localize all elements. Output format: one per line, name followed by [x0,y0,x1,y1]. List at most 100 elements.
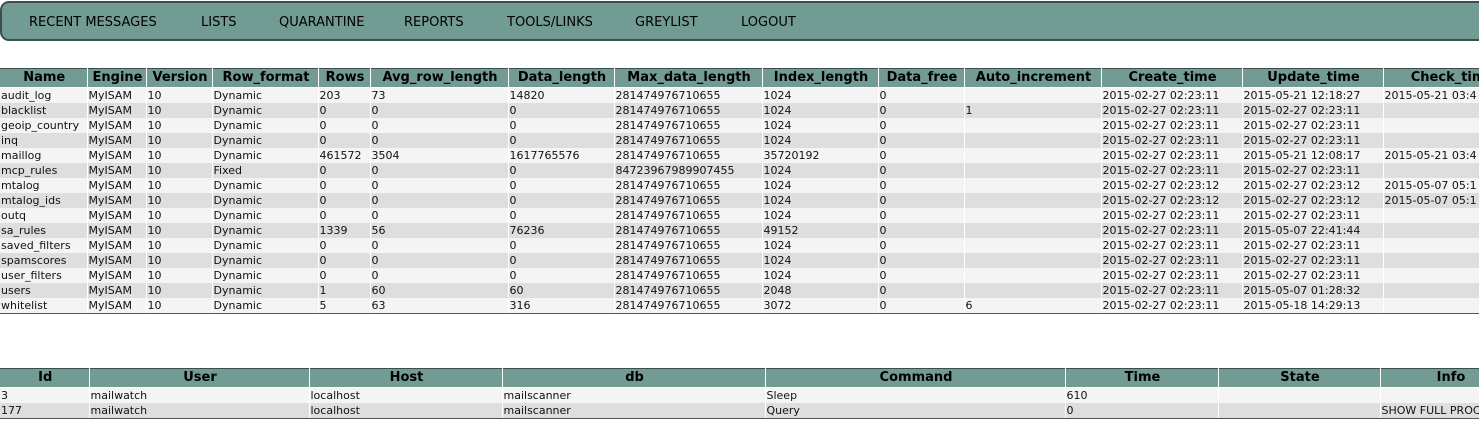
status-cell: Dynamic [211,283,318,298]
status-cell: 1024 [761,238,878,253]
table-row: 3 mailwatch localhost mailscanner Sleep 610 [0,387,1479,403]
nav-greylist[interactable]: GREYLIST [635,15,698,30]
status-cell: maillog [0,148,87,163]
status-cell: 2015-05-07 22:41:44 [1241,223,1383,238]
status-cell: 2015-02-27 02:23:11 [1100,283,1242,298]
process-cell: 177 [0,403,89,419]
status-cell: MyISAM [86,283,146,298]
process-cell: mailwatch [88,387,309,403]
process-cell: mailscanner [501,403,765,419]
status-cell: 2015-02-27 02:23:11 [1100,223,1242,238]
status-cell: 0 [877,118,964,133]
nav-logout[interactable]: LOGOUT [741,15,796,30]
status-cell: Dynamic [211,87,318,103]
status-cell: 2015-02-27 02:23:11 [1100,133,1242,148]
status-cell: 0 [317,253,370,268]
status-cell: Dynamic [211,193,318,208]
status-cell [1382,268,1479,283]
status-cell: Dynamic [211,208,318,223]
status-cell: 281474976710655 [613,118,762,133]
nav-recent-messages[interactable]: RECENT MESSAGES [29,15,157,30]
status-column-header: Data_length [507,68,615,88]
status-cell: 2015-02-27 02:23:11 [1100,87,1242,103]
process-cell: SHOW FULL PROC [1379,403,1479,419]
status-cell: 281474976710655 [613,87,762,103]
status-cell: 281474976710655 [613,283,762,298]
status-cell: 3072 [761,298,878,314]
status-cell: 5 [317,298,370,314]
status-cell: 281474976710655 [613,178,762,193]
status-cell: 0 [317,238,370,253]
status-cell: 2015-02-27 02:23:11 [1241,133,1383,148]
status-cell: 76236 [507,223,614,238]
status-cell [1382,238,1479,253]
status-cell [963,87,1101,103]
status-cell: 1024 [761,133,878,148]
status-cell: 1024 [761,253,878,268]
table-row: outq MyISAM 10 Dynamic 0 0 0 281474976710655 102… [0,208,1479,223]
status-cell: Dynamic [211,253,318,268]
status-column-header: Create_time [1100,68,1243,88]
status-cell: 0 [317,193,370,208]
status-cell: 2015-05-21 12:18:27 [1241,87,1383,103]
status-cell: 10 [145,148,212,163]
nav-reports[interactable]: REPORTS [404,15,464,30]
table-row: users MyISAM 10 Dynamic 1 60 60 281474976710655… [0,283,1479,298]
status-cell: 0 [369,163,508,178]
nav-tools-links[interactable]: TOOLS/LINKS [507,15,593,30]
status-cell: outq [0,208,87,223]
status-cell: 2015-02-27 02:23:11 [1100,268,1242,283]
status-cell: 10 [145,283,212,298]
status-cell: 0 [507,103,614,118]
status-cell: 1617765576 [507,148,614,163]
process-column-header: Id [0,368,90,388]
status-cell [1382,223,1479,238]
status-cell: 2015-05-07 05:1 [1382,178,1479,193]
status-cell [963,223,1101,238]
table-row: inq MyISAM 10 Dynamic 0 0 0 281474976710655 1024… [0,133,1479,148]
status-cell: 2015-02-27 02:23:11 [1100,103,1242,118]
status-cell [963,253,1101,268]
status-cell: user_filters [0,268,87,283]
status-cell [963,148,1101,163]
status-cell: 10 [145,238,212,253]
process-column-header: Info [1379,368,1479,388]
status-cell: 0 [507,193,614,208]
table-row: whitelist MyISAM 10 Dynamic 5 63 316 2814749767… [0,298,1479,314]
table-row: mtalog MyISAM 10 Dynamic 0 0 0 281474976710655 1… [0,178,1479,193]
status-cell: 2015-02-27 02:23:11 [1241,208,1383,223]
status-cell: 35720192 [761,148,878,163]
status-cell: MyISAM [86,208,146,223]
status-cell: 2015-05-21 03:4 [1382,148,1479,163]
status-cell: 14820 [507,87,614,103]
status-cell: 84723967989907455 [613,163,762,178]
status-cell: 0 [317,268,370,283]
table-row: user_filters MyISAM 10 Dynamic 0 0 0 2814749767… [0,268,1479,283]
status-cell: 2015-02-27 02:23:11 [1241,118,1383,133]
status-cell: 0 [507,268,614,283]
nav-quarantine[interactable]: QUARANTINE [279,15,364,30]
status-cell: 0 [507,118,614,133]
status-cell: 0 [369,238,508,253]
status-cell: 2015-02-27 02:23:12 [1241,193,1383,208]
status-cell: 56 [369,223,508,238]
table-row: saved_filters MyISAM 10 Dynamic 0 0 0 281474976… [0,238,1479,253]
status-cell: 0 [877,238,964,253]
status-cell: 281474976710655 [613,103,762,118]
nav-lists[interactable]: LISTS [201,15,237,30]
status-cell: 281474976710655 [613,238,762,253]
status-cell: 0 [877,193,964,208]
status-cell: spamscores [0,253,87,268]
process-cell: mailscanner [501,387,765,403]
status-cell: MyISAM [86,238,146,253]
status-cell: 1024 [761,268,878,283]
status-cell [1382,253,1479,268]
status-cell: users [0,283,87,298]
status-cell: 0 [877,253,964,268]
status-cell: 0 [369,178,508,193]
status-cell [963,163,1101,178]
table-row: blacklist MyISAM 10 Dynamic 0 0 0 2814749767106… [0,103,1479,118]
status-cell [1382,208,1479,223]
status-cell: 2015-05-18 14:29:13 [1241,298,1383,314]
status-cell: 2015-02-27 02:23:12 [1100,178,1242,193]
